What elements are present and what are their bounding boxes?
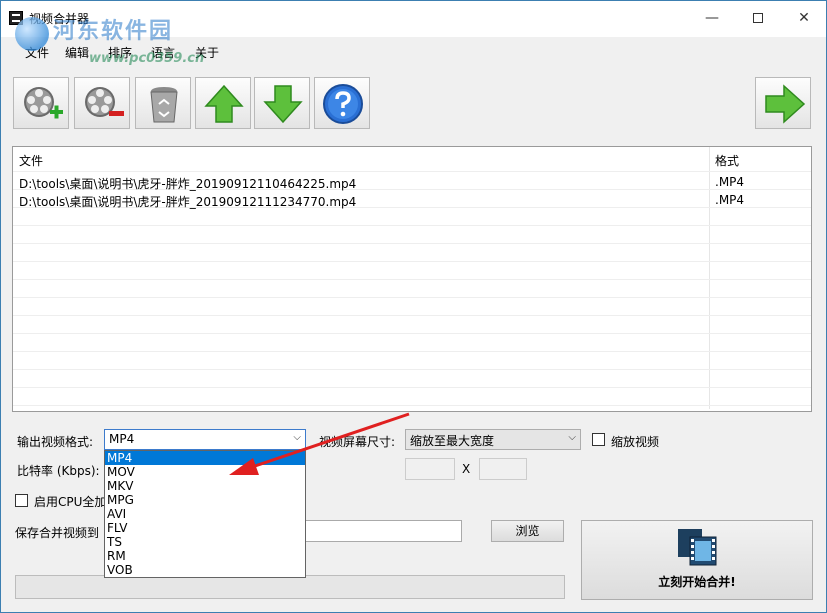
add-video-icon [24,87,63,119]
row-separator [13,405,811,406]
file-list[interactable]: 文件 格式 D:\tools\桌面\说明书\虎牙-胖炸_201909121104… [12,146,812,412]
progress-bar [15,575,565,599]
save-path-label: 保存合并视频到 [15,526,100,540]
move-up-icon [204,84,244,123]
cpu-accel-label: 启用CPU全加 [34,495,107,509]
column-header-file[interactable]: 文件 [19,152,43,169]
maximize-button[interactable] [735,1,781,35]
row-separator [13,171,811,172]
output-format-label: 输出视频格式: [17,435,94,449]
scale-video-label: 缩放视频 [611,435,660,449]
format-option-avi[interactable]: AVI [105,507,305,521]
screen-size-value: 缩放至最大宽度 [410,434,495,448]
start-merge-button[interactable]: 立刻开始合并! [581,520,813,600]
file-row-2-format[interactable]: .MP4 [715,193,744,207]
output-format-value: MP4 [109,432,135,446]
browse-button[interactable]: 浏览 [491,520,564,542]
format-option-vob[interactable]: VOB [105,563,305,577]
menu-bar: 文件 编辑 排序 语言 关于 [1,39,826,63]
help-icon [323,84,363,124]
menu-language[interactable]: 语言 [151,44,175,61]
file-row-2-path[interactable]: D:\tools\桌面\说明书\虎牙-胖炸_20190912111234770.… [19,193,356,210]
file-row-1-format[interactable]: .MP4 [715,175,744,189]
format-option-ts[interactable]: TS [105,535,305,549]
output-format-select[interactable]: MP4 ⌵ [104,429,306,450]
format-option-rm[interactable]: RM [105,549,305,563]
help-button[interactable] [314,77,370,129]
format-option-mpg[interactable]: MPG [105,493,305,507]
move-down-button[interactable] [254,77,310,129]
menu-about[interactable]: 关于 [195,44,219,61]
screen-size-select[interactable]: 缩放至最大宽度 ⌵ [405,429,581,450]
x-label: X [462,462,471,476]
move-down-icon [263,85,303,124]
remove-video-icon [85,87,124,117]
format-option-mkv[interactable]: MKV [105,479,305,493]
file-row-1-path[interactable]: D:\tools\桌面\说明书\虎牙-胖炸_20190912110464225.… [19,175,356,192]
close-button[interactable]: ✕ [781,1,827,35]
film-icon [9,11,23,25]
row-separator [13,279,811,280]
row-separator [13,297,811,298]
minimize-button[interactable]: — [689,1,735,35]
next-button[interactable] [755,77,811,129]
row-separator [13,387,811,388]
start-merge-label: 立刻开始合并! [658,575,736,589]
row-separator [13,315,811,316]
menu-edit[interactable]: 编辑 [65,44,89,61]
recycle-bin-icon [150,87,178,123]
row-separator [13,261,811,262]
row-separator [13,369,811,370]
output-format-dropdown[interactable]: MP4 MOV MKV MPG AVI FLV TS RM VOB [104,450,306,578]
window-title: 视频合并器 [29,12,90,26]
maximize-icon [753,13,763,23]
cpu-accel-checkbox[interactable] [15,494,28,507]
film-strip-icon [678,529,717,566]
width-input[interactable] [405,458,455,480]
menu-file[interactable]: 文件 [25,44,49,61]
menu-sort[interactable]: 排序 [108,44,132,61]
remove-video-button[interactable] [74,77,130,129]
format-option-flv[interactable]: FLV [105,521,305,535]
format-option-mp4[interactable]: MP4 [105,451,305,465]
chevron-down-icon: ⌵ [293,432,301,443]
next-arrow-icon [765,84,806,124]
app-window: 视频合并器 — ✕ 文件 编辑 排序 语言 关于 河东软件园 www.pc035… [0,0,827,613]
clear-list-button[interactable] [135,77,191,129]
row-separator [13,225,811,226]
format-option-mov[interactable]: MOV [105,465,305,479]
chevron-down-icon: ⌵ [568,432,576,443]
column-header-format[interactable]: 格式 [715,152,739,169]
title-bar: 视频合并器 — ✕ [1,1,826,37]
move-up-button[interactable] [195,77,251,129]
bitrate-label: 比特率 (Kbps): [17,464,100,478]
scale-video-checkbox[interactable] [592,433,605,446]
screen-size-label: 视频屏幕尺寸: [319,435,396,449]
height-input[interactable] [479,458,527,480]
row-separator [13,243,811,244]
row-separator [13,351,811,352]
add-video-button[interactable] [13,77,69,129]
row-separator [13,333,811,334]
